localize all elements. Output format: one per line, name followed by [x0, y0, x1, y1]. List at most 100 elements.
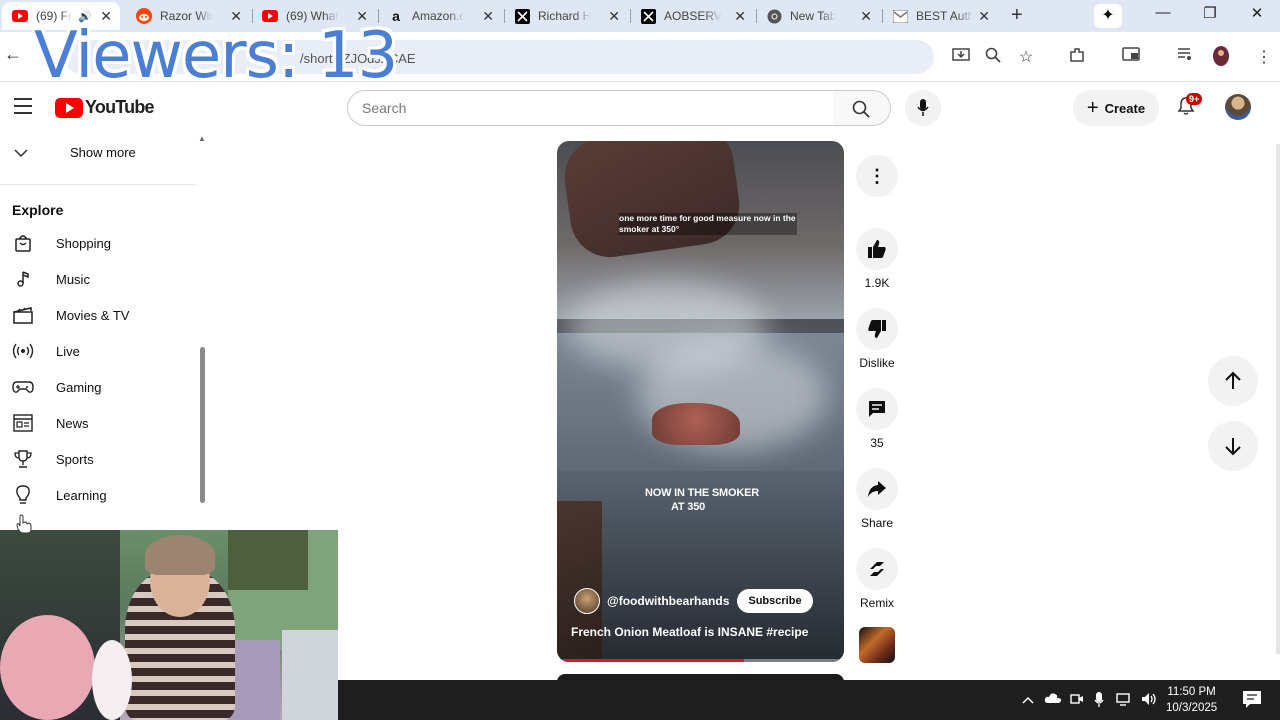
newspaper-icon — [12, 412, 34, 434]
scroll-up-arrow-icon[interactable]: ▲ — [198, 134, 206, 143]
menu-icon[interactable] — [14, 98, 32, 119]
gamepad-icon — [12, 376, 34, 398]
create-button[interactable]: + Create — [1073, 90, 1159, 126]
clapperboard-icon — [12, 304, 34, 326]
share-label: Share — [860, 516, 894, 530]
close-window-button[interactable]: ✕ — [1234, 4, 1280, 22]
browser-tab[interactable]: New Tab ✕ — [756, 2, 880, 30]
minimize-button[interactable]: — — [1140, 4, 1186, 21]
close-tab-icon[interactable]: ✕ — [734, 8, 746, 25]
sidebar-item-sports[interactable]: Sports — [12, 443, 192, 475]
meet-now-icon[interactable] — [1070, 692, 1084, 709]
back-arrow-icon[interactable]: ← — [2, 44, 24, 65]
create-label: Create — [1104, 100, 1146, 116]
microphone-icon[interactable] — [1094, 692, 1104, 710]
more-vertical-icon: ⋮ — [856, 155, 898, 197]
profile-avatar-icon[interactable] — [1210, 45, 1232, 72]
share-button[interactable]: Share — [855, 468, 899, 530]
share-arrow-icon — [856, 468, 898, 510]
search-icon — [852, 100, 870, 118]
network-icon[interactable] — [1116, 692, 1132, 709]
sidebar-item-label: Movies & TV — [56, 307, 130, 323]
live-icon — [12, 340, 34, 362]
channel-avatar[interactable] — [574, 588, 600, 614]
voice-search-button[interactable] — [905, 90, 941, 126]
video-scene — [652, 403, 740, 445]
sidebar-item-live[interactable]: Live — [12, 335, 192, 367]
bookmark-star-icon[interactable]: ☆ — [1015, 47, 1037, 67]
dislike-label: Dislike — [859, 356, 895, 370]
show-more-button[interactable]: Show more — [14, 144, 136, 160]
system-clock[interactable]: 11:50 PM 10/3/2025 — [1166, 684, 1217, 716]
sidebar-item-label: Shopping — [56, 235, 111, 251]
new-tab-button[interactable]: + — [1011, 4, 1023, 27]
like-button[interactable]: 1.9K — [855, 228, 899, 290]
caption-line-2: AT 350 — [670, 501, 706, 513]
webcam-scene — [145, 535, 215, 575]
close-tab-icon[interactable]: ✕ — [608, 8, 620, 25]
video-progress-fill — [557, 659, 744, 662]
sidebar-divider — [0, 184, 196, 185]
chevron-up-icon[interactable] — [1022, 692, 1034, 707]
youtube-logo[interactable]: YouTube — [55, 97, 155, 118]
gemini-sparkle-icon[interactable]: ✦ — [1094, 4, 1122, 28]
browser-tab[interactable]: BEST Auth ✕ — [882, 2, 998, 30]
more-options-button[interactable]: ⋮ — [855, 155, 899, 197]
plus-icon: + — [1086, 96, 1099, 119]
browser-tab[interactable]: Richard H ✕ — [504, 2, 628, 30]
sidebar-item-music[interactable]: Music — [12, 263, 192, 295]
sidebar-item-movies-tv[interactable]: Movies & TV — [12, 299, 192, 331]
close-tab-icon[interactable]: ✕ — [978, 8, 990, 25]
zoom-icon[interactable] — [982, 47, 1004, 68]
video-title[interactable]: French Onion Meatloaf is INSANE #recipe — [571, 625, 808, 639]
previous-short-button[interactable] — [1208, 356, 1258, 406]
arrow-down-icon — [1225, 438, 1241, 456]
comment-icon — [856, 388, 898, 430]
clock-date: 10/3/2025 — [1166, 702, 1218, 714]
logo-text: YouTube — [85, 97, 155, 117]
media-control-icon[interactable] — [1174, 47, 1196, 66]
chevron-down-icon — [14, 144, 32, 160]
sidebar-item-news[interactable]: News — [12, 407, 192, 439]
remix-button[interactable]: Remix — [855, 548, 899, 610]
avatar[interactable] — [1225, 94, 1251, 120]
arrow-up-icon — [1225, 371, 1241, 389]
extensions-icon[interactable] — [1066, 47, 1088, 68]
sidebar-scrollbar[interactable] — [200, 347, 205, 503]
subscribe-button[interactable]: Subscribe — [737, 589, 813, 613]
x-icon — [514, 8, 530, 24]
install-app-icon[interactable] — [950, 47, 972, 68]
video-progress-bar[interactable] — [557, 659, 844, 662]
notification-center-icon[interactable] — [1242, 690, 1264, 710]
shorts-video-player[interactable]: one more time for good measure now in th… — [557, 141, 844, 662]
channel-name[interactable]: @foodwithbearhands — [607, 594, 729, 608]
search-input[interactable]: Search — [347, 90, 834, 126]
page-scrollbar[interactable] — [1276, 144, 1280, 654]
restore-button[interactable]: ❐ — [1187, 4, 1233, 22]
music-note-icon — [12, 268, 34, 290]
cloud-icon[interactable] — [1044, 692, 1062, 707]
video-caption-mid: NOW IN THE SMOKER AT 350 — [617, 486, 787, 514]
dislike-button[interactable]: Dislike — [855, 308, 899, 370]
browser-tab[interactable]: AOBSERV ✕ — [630, 2, 754, 30]
sound-thumbnail[interactable] — [859, 627, 895, 663]
youtube-icon — [12, 8, 28, 24]
tab-title: AOBSERV — [664, 9, 722, 23]
more-menu-icon[interactable]: ⋮ — [1253, 47, 1275, 67]
close-tab-icon[interactable]: ✕ — [482, 8, 494, 25]
windows-taskbar: 11:50 PM 10/3/2025 — [338, 680, 1280, 720]
close-tab-icon[interactable]: ✕ — [860, 8, 872, 25]
volume-icon[interactable] — [1141, 692, 1157, 709]
tab-title: New Tab — [790, 9, 837, 23]
next-short-button[interactable] — [1208, 421, 1258, 471]
comments-button[interactable]: 35 — [855, 388, 899, 450]
search-button[interactable] — [833, 90, 891, 126]
tab-title: Richard H — [538, 9, 592, 23]
video-scene — [559, 141, 745, 263]
thumbs-up-icon — [856, 228, 898, 270]
sidebar-item-learning[interactable]: Learning — [12, 479, 192, 511]
reading-mode-icon[interactable] — [1120, 47, 1142, 66]
sidebar-item-shopping[interactable]: Shopping — [12, 227, 192, 259]
sidebar-item-gaming[interactable]: Gaming — [12, 371, 192, 403]
trophy-icon — [12, 448, 34, 470]
